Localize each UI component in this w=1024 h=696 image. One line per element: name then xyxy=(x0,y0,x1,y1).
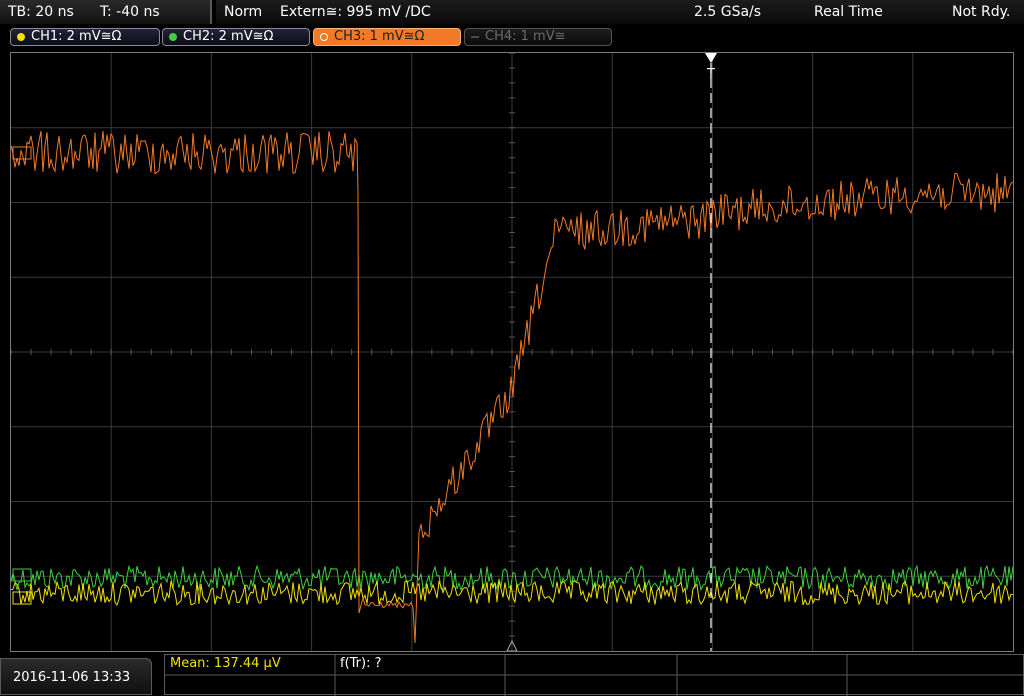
sample-rate: 2.5 GSa/s xyxy=(694,4,762,20)
acquisition-status[interactable]: Norm Extern≅: 995 mV ∕DC 2.5 GSa/s Real … xyxy=(216,0,1024,24)
date-time: 2016-11-06 13:33 xyxy=(0,658,152,695)
trigger-source: Extern≅: 995 mV ∕DC xyxy=(280,4,431,20)
channel-tab-ch3[interactable]: CH3: 1 mV≅Ω xyxy=(313,28,461,46)
timebase-label: TB: 20 ns xyxy=(8,4,74,20)
ch2-indicator-icon xyxy=(169,33,177,41)
measurement-rise-freq[interactable]: f(Tr): ? xyxy=(340,654,382,673)
acquisition-mode: Real Time xyxy=(814,4,883,20)
ch3-label: CH3: 1 mV≅Ω xyxy=(334,29,425,44)
top-status-bar: TB: 20 ns T: -40 ns Norm Extern≅: 995 mV… xyxy=(0,0,1024,24)
ch3-indicator-icon xyxy=(320,33,328,41)
trigger-mode: Norm xyxy=(224,4,263,20)
timebase-box[interactable]: TB: 20 ns T: -40 ns xyxy=(0,0,212,24)
waveform-display[interactable]: T xyxy=(10,52,1014,652)
ch1-label: CH1: 2 mV≅Ω xyxy=(31,29,122,44)
bottom-bar: 2016-11-06 13:33 Mean: 137.44 µV f(Tr): … xyxy=(0,654,1024,696)
measurement-panel[interactable]: Mean: 137.44 µV f(Tr): ? xyxy=(164,654,1024,696)
graticule xyxy=(10,52,1014,651)
measurement-grid xyxy=(164,654,1024,696)
measurement-grid-lines xyxy=(165,655,1024,696)
trigger-position-icon[interactable] xyxy=(705,53,717,63)
channel-tab-ch1[interactable]: CH1: 2 mV≅Ω xyxy=(10,28,160,46)
waveform-svg: T xyxy=(10,52,1014,652)
channel-tab-ch4[interactable]: CH4: 1 mV≅ xyxy=(464,28,612,46)
ch2-label: CH2: 2 mV≅Ω xyxy=(183,29,274,44)
ch1-indicator-icon xyxy=(17,33,25,41)
channel-tab-ch2[interactable]: CH2: 2 mV≅Ω xyxy=(162,28,310,46)
ch4-label: CH4: 1 mV≅ xyxy=(485,29,566,44)
measurement-mean[interactable]: Mean: 137.44 µV xyxy=(170,654,281,673)
channel-tabs: CH1: 2 mV≅Ω CH2: 2 mV≅Ω CH3: 1 mV≅Ω CH4:… xyxy=(0,26,1024,48)
trigger-position-label: T xyxy=(706,67,715,82)
trigger-offset-label: T: -40 ns xyxy=(100,4,160,20)
timestamp: 2016-11-06 13:33 xyxy=(13,670,131,685)
ready-state: Not Rdy. xyxy=(952,4,1011,20)
ch4-indicator-icon xyxy=(471,36,479,38)
